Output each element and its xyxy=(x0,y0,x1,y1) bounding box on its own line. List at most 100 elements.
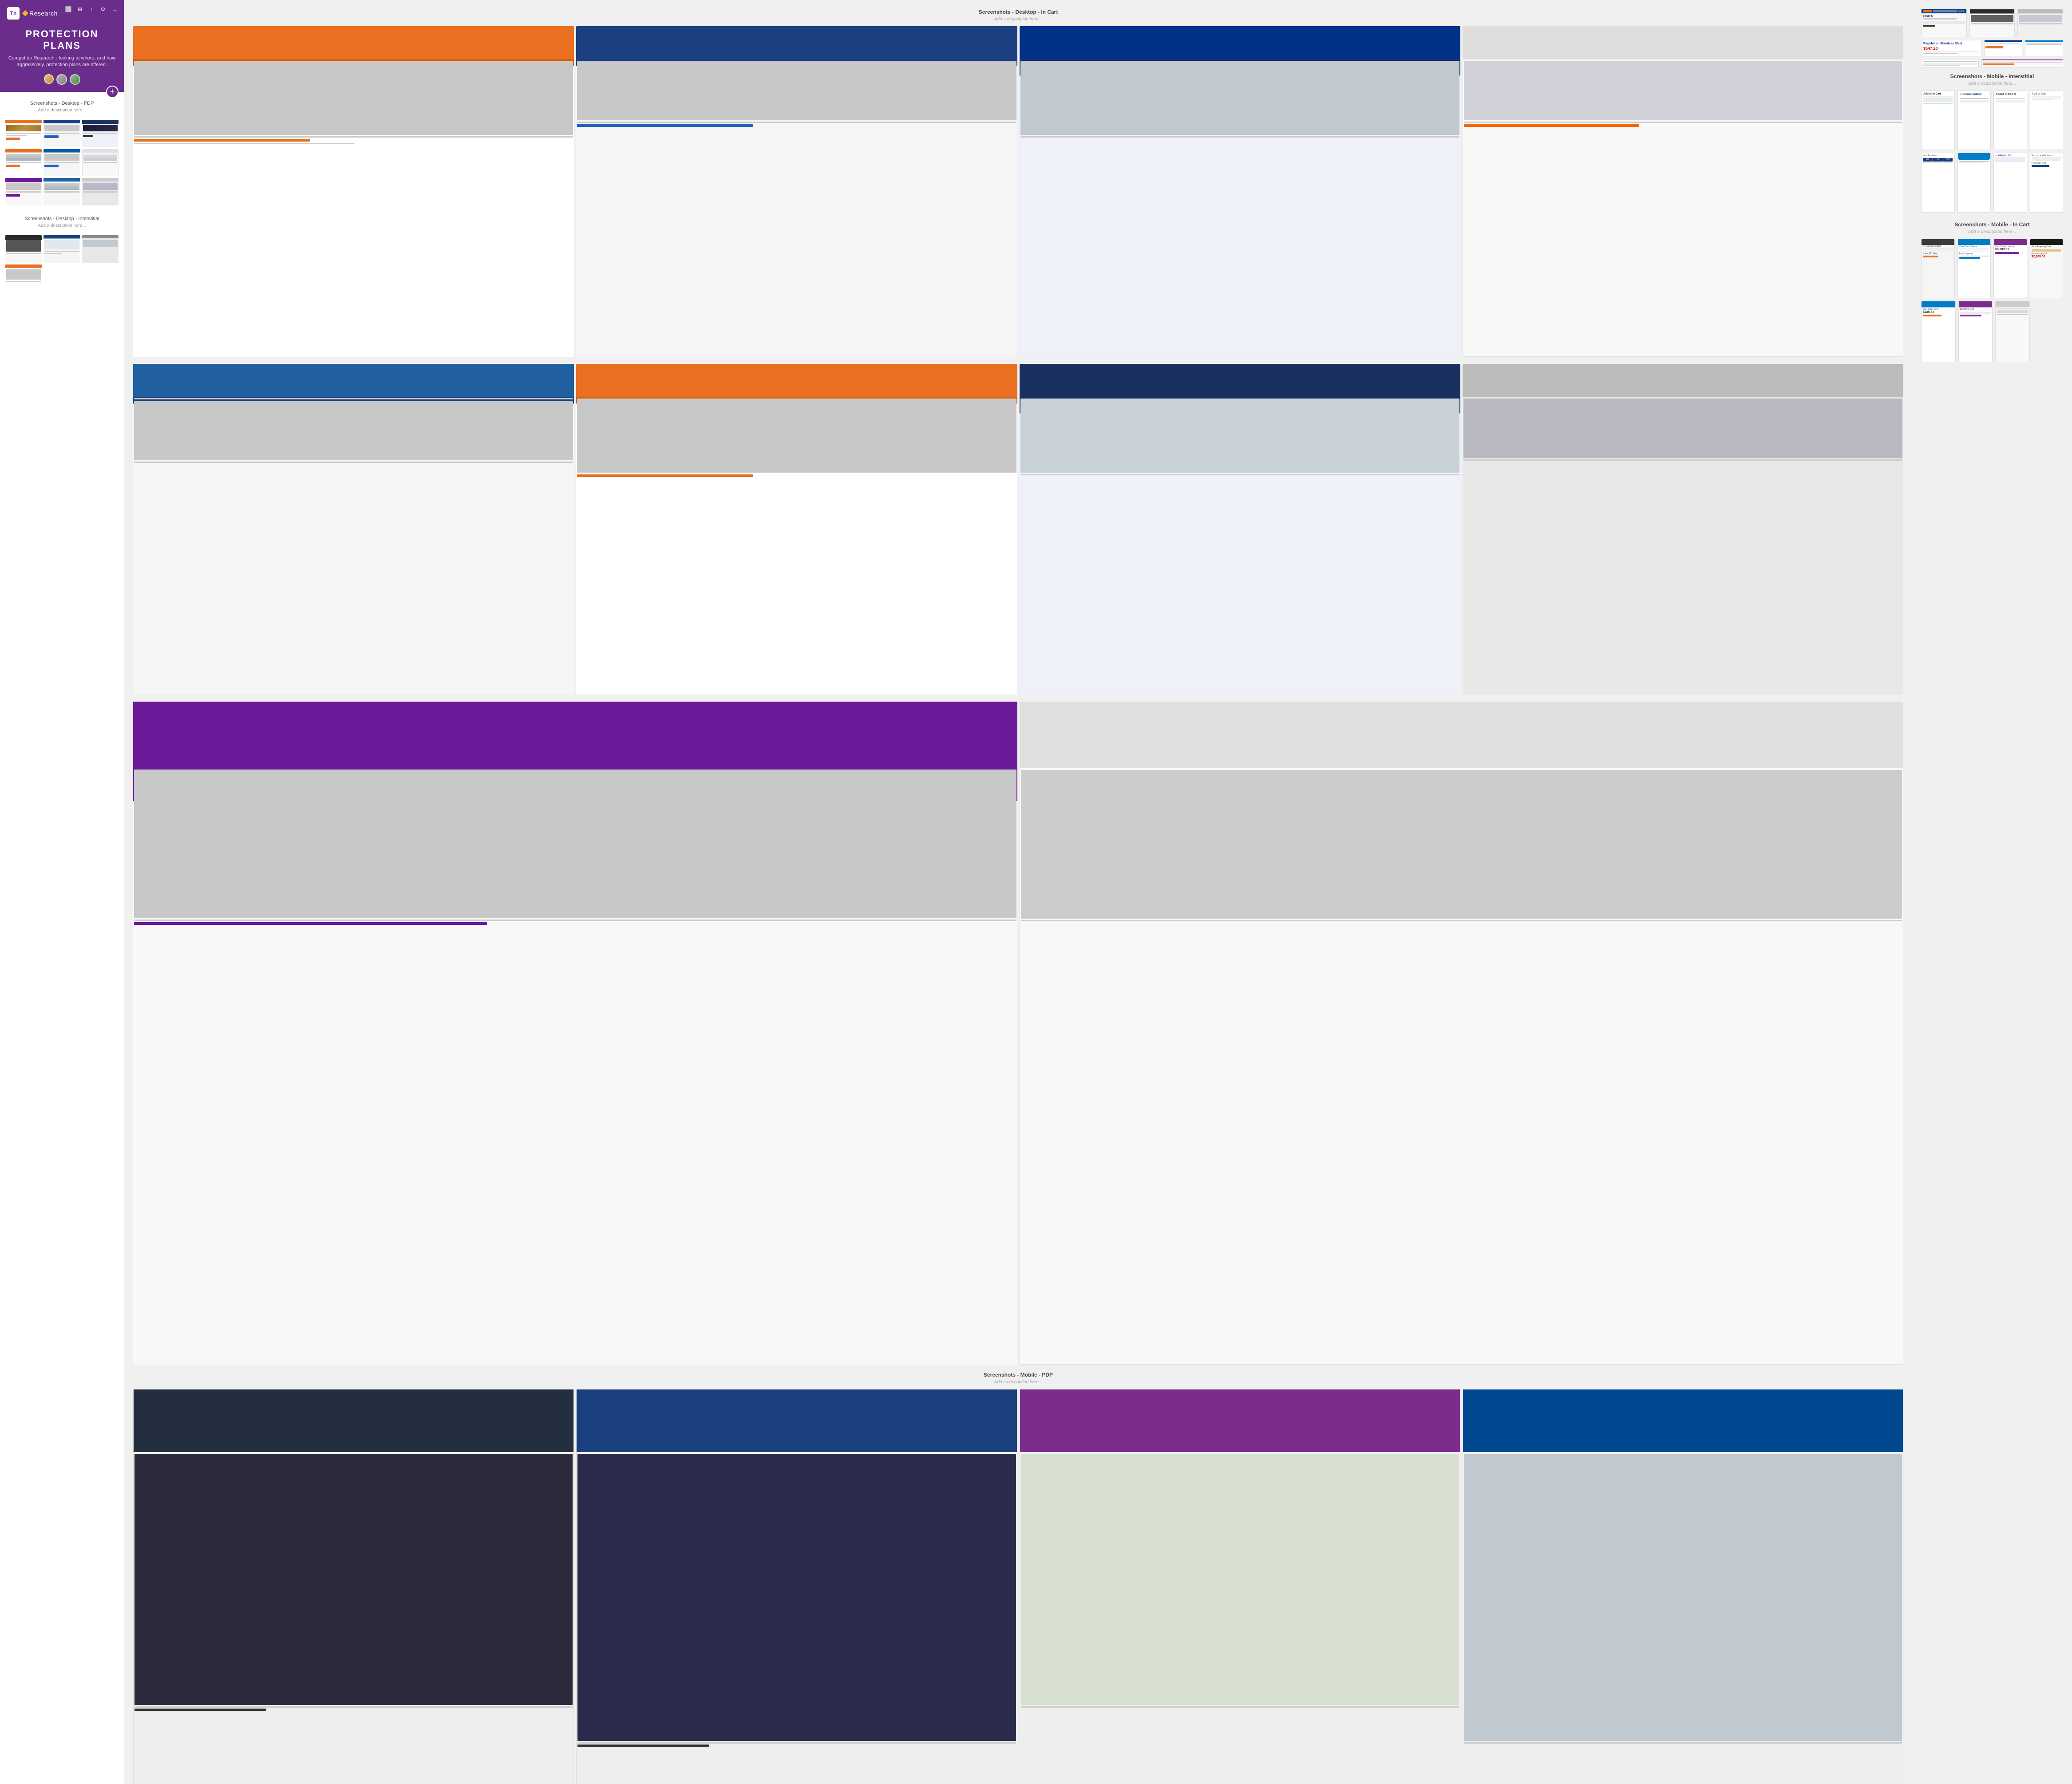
sears-row-3 xyxy=(1921,59,2063,68)
thumb-incart-retailer1[interactable] xyxy=(576,26,1017,357)
thumb-retailer-top-3[interactable] xyxy=(2017,9,2063,37)
thumb-mobile-wayfair-cart-2[interactable]: Shopping Cart xyxy=(1958,301,1993,362)
thumb-retailer-top-2[interactable] xyxy=(1969,9,2015,37)
thumb-walmart-detail[interactable] xyxy=(2025,40,2063,56)
brand-name: Research xyxy=(29,10,58,17)
thumb-retailer-pdp-7[interactable] xyxy=(82,178,119,205)
thumb-retailer-pdp-2[interactable] xyxy=(82,120,119,147)
thumb-incart-retailer3[interactable] xyxy=(1463,26,1903,357)
desktop-pdp-label: Screenshots - Desktop - PDP xyxy=(0,92,124,108)
thumb-retailer-pdp-1[interactable] xyxy=(43,120,80,147)
mobile-pdp-section: Screenshots - Mobile - PDP Add a descrip… xyxy=(133,1372,1903,1784)
thumb-sears-main[interactable]: sears xyxy=(1921,9,1967,37)
app-logo-icon: Research xyxy=(23,10,58,17)
project-subtitle: Competitor Research - looking at where, … xyxy=(7,55,117,69)
thumb-mobile-walmart-cart-2[interactable]: Your cart 1 item. $126.44 xyxy=(1921,301,1956,362)
mobile-interstitial-section: Screenshots - Mobile - Interstitial Add … xyxy=(1921,73,2063,212)
thumb-incart-amazon[interactable] xyxy=(133,26,574,357)
avatar-3 xyxy=(70,74,80,85)
thumb-interstitial-3[interactable] xyxy=(82,235,119,263)
thumb-mobile-amazon-pdp[interactable] xyxy=(133,1389,574,1784)
mobile-interstitial-header: Screenshots - Mobile - Interstitial xyxy=(1921,73,2063,79)
thumb-wayfair-cart[interactable] xyxy=(1981,59,2063,68)
sears-top-row: sears xyxy=(1921,9,2063,37)
desktop-pdp-grid xyxy=(0,118,124,207)
window-icon[interactable]: ⬜ xyxy=(64,5,72,13)
mobile-in-cart-grid-2: Your cart 1 item. $126.44 Shopping Cart xyxy=(1921,301,2063,362)
thumb-incart-retailer4[interactable] xyxy=(133,364,574,695)
columns-wrapper: Screenshots - Desktop - In Cart Add a de… xyxy=(124,0,2072,1784)
thumb-retailer-pdp-4[interactable] xyxy=(82,149,119,177)
thumb-mobile-interstitial-amazon[interactable]: Added to Cart xyxy=(1921,91,1955,150)
thumb-mobile-interstitial-calendar[interactable]: Item Available 01 16 2017 xyxy=(1921,153,1955,212)
thumb-incart-retailer6[interactable] xyxy=(1020,364,1460,695)
thumb-amazon-pdp[interactable] xyxy=(5,120,42,147)
mobile-in-cart-desc: Add a description here... xyxy=(1921,229,2063,234)
thumb-mobile-jordans-cart[interactable]: Your Shopping Cart Futura Hagen 3... $2,… xyxy=(2030,239,2064,298)
thumb-incart-retailer8[interactable] xyxy=(133,702,1017,1365)
app-logo-box: Tn xyxy=(7,7,20,20)
desktop-interstitial-grid xyxy=(0,233,124,293)
mobile-interstitial-desc: Add a description here... xyxy=(1921,81,2063,86)
add-section-button[interactable]: + xyxy=(106,86,119,98)
thumb-placeholder xyxy=(2032,301,2064,362)
thumb-incart-retailer9[interactable] xyxy=(1020,702,1904,1365)
sears-top-section: sears Frigidaire - Stainless Steel xyxy=(1921,9,2063,68)
thumb-mobile-wayfair-pdp[interactable] xyxy=(1020,1389,1460,1784)
mobile-pdp-header: Screenshots - Mobile - PDP xyxy=(133,1372,1903,1378)
thumb-interstitial-2[interactable] xyxy=(43,235,80,263)
desktop-in-cart-grid-3 xyxy=(133,702,1903,1365)
desktop-in-cart-grid xyxy=(133,26,1903,357)
avatar-2 xyxy=(56,74,67,85)
thumb-mobile-bernie-cart[interactable]: SHOPPING CART Save $20 Now xyxy=(1921,239,1955,298)
thumb-retailer-pdp-6[interactable] xyxy=(43,178,80,205)
thumb-mobile-inter-protection[interactable]: You just added 1 item Protection Plan xyxy=(2030,153,2064,212)
thumb-mobile-interstitial-retailer[interactable]: ✓ Product Added xyxy=(1957,91,1991,150)
collaborator-avatars xyxy=(7,74,117,85)
desktop-in-cart-section: Screenshots - Desktop - In Cart Add a de… xyxy=(133,9,1903,1365)
right-column: sears Frigidaire - Stainless Steel xyxy=(1912,0,2072,1784)
thumb-mobile-interstitial-3[interactable]: Add to Cart xyxy=(2030,91,2064,150)
thumb-mobile-bernie-pdp[interactable] xyxy=(576,1389,1017,1784)
mobile-interstitial-grid-2: Item Available 01 16 2017 xyxy=(1921,153,2063,212)
mobile-interstitial-grid: Added to Cart ✓ Product Added Added to C… xyxy=(1921,91,2063,150)
thumb-costco-pdp[interactable] xyxy=(43,149,80,177)
thumb-incart-retailer7[interactable] xyxy=(1463,364,1903,695)
thumb-mobile-interstitial-2[interactable]: Added to Cart ✕ xyxy=(1993,91,2027,150)
thumb-mobile-wayfair-cart[interactable]: Cart Total (3 items) $3,883.81 xyxy=(1993,239,2027,298)
desktop-interstitial-desc: Add a description here... xyxy=(0,223,124,233)
thumb-interstitial-4[interactable] xyxy=(5,264,42,292)
grid-icon[interactable]: ⊞ xyxy=(76,5,84,13)
project-header: Tn Research ⬜ ⊞ ↑ ⚙ → PROTECTION PLANS C… xyxy=(0,0,124,92)
left-panel: Tn Research ⬜ ⊞ ↑ ⚙ → PROTECTION PLANS C… xyxy=(0,0,124,1784)
share-icon[interactable]: ↑ xyxy=(87,5,95,13)
mobile-pdp-desc: Add a description here... xyxy=(133,1380,1903,1385)
settings-icon[interactable]: ⚙ xyxy=(99,5,107,13)
thumb-incart-retailer5[interactable] xyxy=(576,364,1017,695)
desktop-in-cart-desc: Add a description here... xyxy=(133,17,1903,22)
thumb-sears-nav[interactable] xyxy=(1984,40,2022,56)
project-title: PROTECTION PLANS xyxy=(7,28,117,51)
desktop-interstitial-label: Screenshots - Desktop - Interstitial xyxy=(0,207,124,223)
avatar-1 xyxy=(44,74,54,84)
thumb-product-detail-2[interactable] xyxy=(1921,59,1979,68)
thumb-incart-retailer2[interactable] xyxy=(1020,26,1460,357)
thumb-sears-product-detail[interactable]: Frigidaire - Stainless Steel $547.20 xyxy=(1921,40,1981,56)
center-column: Screenshots - Desktop - In Cart Add a de… xyxy=(124,0,1912,1784)
thumb-interstitial-1[interactable] xyxy=(5,235,42,263)
thumb-retailer-pdp-5[interactable] xyxy=(5,178,42,205)
logo-diamond-icon xyxy=(22,10,28,16)
thumb-mobile-retailer-cart[interactable] xyxy=(1995,301,2030,362)
header-icons: ⬜ ⊞ ↑ ⚙ → xyxy=(64,5,119,13)
thumb-mobile-walmart-cart[interactable]: Your Cart 2 Items Free Shipping... xyxy=(1957,239,1991,298)
desktop-pdp-desc: Add a description here... xyxy=(0,108,124,118)
mobile-in-cart-section: Screenshots - Mobile - In Cart Add a des… xyxy=(1921,221,2063,362)
thumb-mobile-lowes-pdp[interactable] xyxy=(1463,1389,1903,1784)
sears-logo-text: sears xyxy=(1923,15,1965,18)
export-icon[interactable]: → xyxy=(111,5,119,13)
desktop-in-cart-grid-2 xyxy=(133,364,1903,695)
thumb-mobile-wayfair-inter[interactable]: ✓ Added to Cart xyxy=(1993,153,2027,212)
thumb-mobile-walmart-inter[interactable] xyxy=(1957,153,1991,212)
thumb-retailer-pdp-3[interactable] xyxy=(5,149,42,177)
desktop-in-cart-header: Screenshots - Desktop - In Cart xyxy=(133,9,1903,15)
